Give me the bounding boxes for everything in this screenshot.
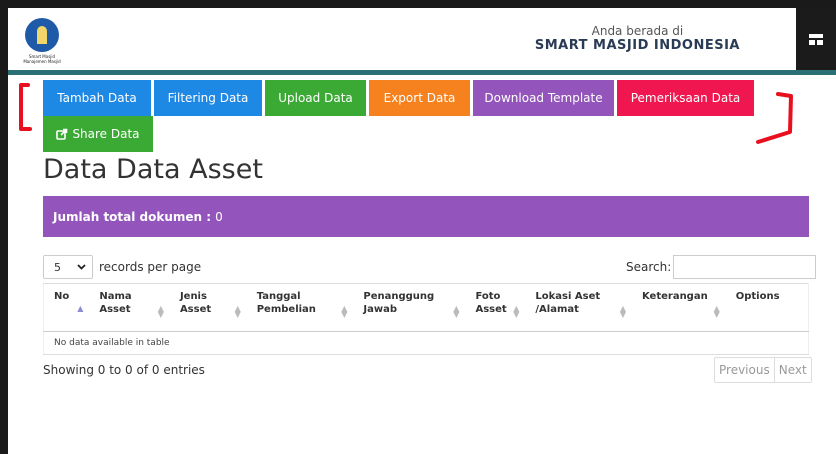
page-size-select[interactable]: 5	[43, 255, 93, 279]
table-row: No data available in table	[43, 331, 809, 355]
sort-icon: ▲ ▼	[157, 304, 164, 319]
sort-icon: ▲ ▼	[513, 304, 520, 319]
page-size-value: 5	[54, 260, 61, 274]
document-count-banner: Jumlah total dokumen : 0	[43, 196, 809, 237]
app-logo[interactable]: Smart Masjid Manajemen Masjid	[22, 18, 62, 64]
share-data-button[interactable]: Share Data	[43, 116, 153, 152]
window-frame-top	[0, 0, 836, 8]
share-data-label: Share Data	[72, 127, 140, 141]
table-search: Search:	[626, 255, 817, 279]
logo-text: Smart Masjid Manajemen Masjid	[23, 54, 61, 64]
current-location: Anda berada di SMART MASJID INDONESIA	[535, 24, 740, 53]
column-header-foto-asset[interactable]: Foto Asset ▲ ▼	[465, 283, 526, 332]
sort-asc-icon: ▲	[77, 304, 84, 313]
empty-table-message: No data available in table	[43, 331, 809, 355]
header-accent-bar	[8, 70, 836, 75]
app-header: Smart Masjid Manajemen Masjid Anda berad…	[8, 8, 836, 70]
sort-icon: ▲ ▼	[619, 304, 626, 319]
column-header-no[interactable]: No ▲	[43, 283, 90, 332]
column-header-options: Options	[725, 283, 809, 332]
grid-menu-icon	[809, 34, 823, 45]
filtering-data-button[interactable]: Filtering Data	[154, 80, 262, 116]
menu-toggle-button[interactable]	[796, 8, 836, 70]
sort-icon: ▲ ▼	[234, 304, 241, 319]
annotation-bracket-left	[19, 83, 32, 131]
location-name: SMART MASJID INDONESIA	[534, 38, 740, 53]
asset-table: No ▲ Nama Asset ▲ ▼ Jenis Asset ▲ ▼ Tanggal P…	[43, 283, 809, 355]
column-header-tanggal-pembelian[interactable]: Tanggal Pembelian ▲ ▼	[246, 283, 354, 332]
column-header-lokasi-aset[interactable]: Lokasi Aset /Alamat ▲ ▼	[525, 283, 632, 332]
table-info: Showing 0 to 0 of 0 entries	[43, 363, 205, 377]
document-count-label: Jumlah total dokumen :	[53, 209, 212, 224]
page-length-control: 5 records per page	[43, 255, 201, 279]
sort-icon: ▲ ▼	[713, 304, 720, 319]
download-template-button[interactable]: Download Template	[473, 80, 614, 116]
chevron-down-icon	[77, 264, 86, 270]
sort-icon: ▲ ▼	[341, 304, 348, 319]
column-header-nama-asset[interactable]: Nama Asset ▲ ▼	[89, 283, 170, 332]
tambah-data-button[interactable]: Tambah Data	[43, 80, 151, 116]
share-square-icon	[56, 128, 68, 140]
table-header-row: No ▲ Nama Asset ▲ ▼ Jenis Asset ▲ ▼ Tanggal P…	[43, 283, 809, 332]
pemeriksaan-data-button[interactable]: Pemeriksaan Data	[617, 80, 754, 116]
search-input[interactable]	[673, 255, 817, 279]
next-page-button[interactable]: Next	[773, 358, 811, 382]
previous-page-button[interactable]: Previous	[715, 358, 774, 382]
export-data-button[interactable]: Export Data	[369, 80, 470, 116]
page-title: Data Data Asset	[43, 154, 263, 185]
column-header-jenis-asset[interactable]: Jenis Asset ▲ ▼	[169, 283, 247, 332]
upload-data-button[interactable]: Upload Data	[265, 80, 366, 116]
annotation-bracket-right	[756, 92, 793, 144]
column-header-keterangan[interactable]: Keterangan ▲ ▼	[631, 283, 726, 332]
column-header-penanggung-jawab[interactable]: Penanggung Jawab ▲ ▼	[353, 283, 466, 332]
document-count-value: 0	[215, 209, 223, 224]
pagination: Previous Next	[714, 357, 812, 383]
window-frame-left	[0, 0, 8, 454]
location-prefix: Anda berada di	[591, 24, 684, 38]
search-label: Search:	[626, 260, 672, 274]
mosque-logo-icon	[25, 18, 59, 52]
sort-icon: ▲ ▼	[453, 304, 460, 319]
records-per-page-label: records per page	[99, 260, 202, 274]
